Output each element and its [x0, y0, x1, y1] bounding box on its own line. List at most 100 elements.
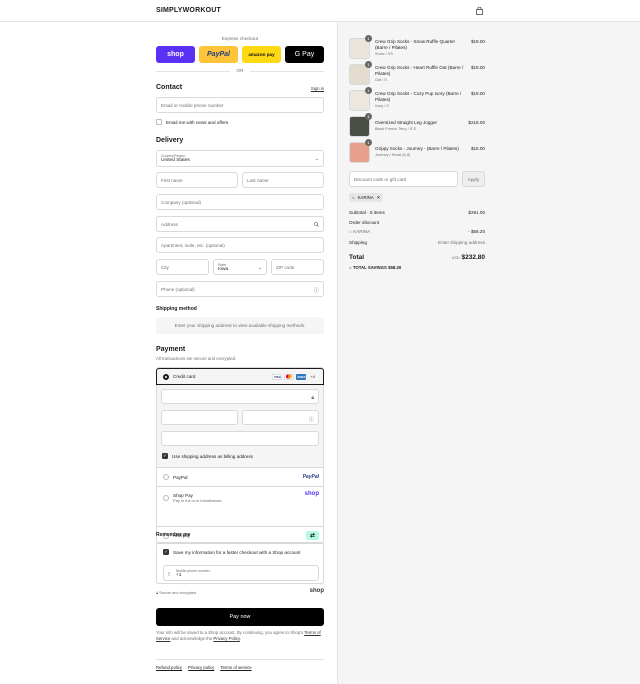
- or-divider: OR: [156, 68, 324, 73]
- product-price: $19.00: [470, 91, 485, 96]
- shop-pay-labels: Shop Pay Pay in full or in installments: [173, 493, 222, 503]
- total-savings-row: ⌂ TOTAL SAVINGS $58.20: [349, 265, 402, 270]
- subtotal-row: Subtotal · 5 items $291.00: [349, 210, 485, 215]
- lock-icon: 🔒︎: [311, 395, 314, 401]
- quantity-badge: 1: [365, 87, 372, 94]
- afterpay-logo-icon: ⇄: [306, 531, 319, 540]
- expiration-field[interactable]: [161, 410, 238, 425]
- google-pay-button[interactable]: G Pay: [285, 46, 324, 63]
- mastercard-icon: [284, 373, 295, 380]
- pay-now-button[interactable]: Pay now: [156, 608, 324, 626]
- total-amount: $232.80: [461, 254, 486, 261]
- card-form: 🔒︎ ⓘ ✓ Use shipping address as billing a…: [157, 385, 323, 467]
- zip-field[interactable]: ZIP code: [271, 259, 324, 275]
- help-icon[interactable]: ⓘ: [309, 416, 314, 423]
- contact-heading: Contact: [156, 84, 183, 91]
- first-name-field[interactable]: First name: [156, 172, 238, 188]
- quantity-badge: 1: [365, 61, 372, 68]
- amazon-pay-button[interactable]: amazon pay: [242, 46, 281, 63]
- last-name-field[interactable]: Last name: [242, 172, 324, 188]
- discount-code-field[interactable]: Discount code or gift card: [349, 171, 458, 187]
- apply-button[interactable]: Apply: [462, 171, 485, 187]
- product-name: Grippy Socks - Journey - (Barre / Pilate…: [375, 146, 459, 151]
- apartment-field[interactable]: Apartment, suite, etc. (optional): [156, 237, 324, 253]
- shop-logo-icon: shop: [304, 491, 319, 497]
- privacy-policy-link[interactable]: Privacy Policy: [213, 636, 239, 641]
- quantity-badge: 1: [365, 139, 372, 146]
- name-on-card-field[interactable]: [161, 431, 319, 446]
- footer-divider: [156, 659, 324, 660]
- total-row: Total USD $232.80: [349, 254, 485, 261]
- paypal-button[interactable]: PayPal: [199, 46, 238, 63]
- product-variant: Oat / S: [375, 78, 387, 82]
- billing-checkbox[interactable]: ✓: [162, 453, 168, 459]
- cart-item: 1 Crew Grip Socks - Snow Ruffle Quarter …: [349, 35, 485, 60]
- header: SIMPLYWORKOUT: [0, 0, 640, 22]
- tag-icon: ⌂: [352, 195, 355, 200]
- express-checkout-label: Express checkout: [221, 36, 259, 41]
- company-field[interactable]: Company (optional): [156, 194, 324, 210]
- save-info-checkbox-row[interactable]: ✓ Save my information for a faster check…: [163, 549, 300, 555]
- help-icon[interactable]: ⓘ: [314, 287, 319, 294]
- product-name: Crew Grip Socks - Cozy Pup Ivory (Barre …: [375, 91, 462, 102]
- news-checkbox-row[interactable]: Email me with news and offers: [156, 119, 228, 125]
- mobile-phone-field[interactable]: ▯ Mobile phone number +1: [163, 565, 319, 581]
- credit-card-radio[interactable]: [163, 373, 169, 380]
- credit-card-option[interactable]: Credit card VISA AMEX +4: [156, 368, 324, 385]
- paypal-radio[interactable]: [163, 474, 169, 480]
- state-select[interactable]: State Iowa ⌄: [213, 259, 267, 275]
- shipping-method-heading: Shipping method: [156, 306, 197, 312]
- payment-subtitle: All transactions are secure and encrypte…: [156, 356, 237, 361]
- quantity-badge: 1: [365, 35, 372, 42]
- product-name: Oversized Straight Leg Jogger: [375, 120, 438, 125]
- payment-heading: Payment: [156, 346, 186, 353]
- order-discount-row: Order discount: [349, 220, 380, 225]
- security-code-field[interactable]: ⓘ: [242, 410, 319, 425]
- payment-methods: Credit card VISA AMEX +4 🔒︎ ⓘ ✓ Use ship…: [156, 367, 324, 544]
- email-field[interactable]: Email or mobile phone number: [156, 97, 324, 113]
- news-checkbox[interactable]: [156, 119, 162, 125]
- tag-icon: ⌂: [349, 265, 352, 270]
- country-select[interactable]: Country/Region United States ⌄: [156, 150, 324, 167]
- product-price: $16.00: [470, 146, 485, 151]
- paypal-logo-icon: PayPal: [302, 474, 319, 480]
- shop-pay-button[interactable]: shop: [156, 46, 195, 63]
- chevron-down-icon: ⌄: [314, 156, 319, 162]
- product-name: Crew Grip Socks - Heart Ruffle Oat (Barr…: [375, 65, 464, 76]
- discount-tag: ⌂ KARINA ✕: [349, 193, 384, 202]
- shipping-method-message: Enter your shipping address to view avai…: [156, 317, 324, 334]
- product-variant: Journey / Small (6-8): [375, 153, 411, 157]
- save-info-checkbox[interactable]: ✓: [163, 549, 169, 555]
- city-field[interactable]: City: [156, 259, 209, 275]
- shipping-row: Shipping Enter shipping address: [349, 240, 485, 245]
- mobile-icon: ▯: [168, 571, 171, 576]
- currency-label: USD: [451, 256, 460, 260]
- billing-checkbox-row[interactable]: ✓ Use shipping address as billing addres…: [162, 453, 253, 459]
- shop-pay-option[interactable]: Shop Pay Pay in full or in installments …: [157, 487, 323, 509]
- remember-me-box: ✓ Save my information for a faster check…: [156, 542, 324, 584]
- shop-pay-radio[interactable]: [163, 495, 169, 501]
- quantity-badge: 1: [365, 113, 372, 120]
- card-number-field[interactable]: 🔒︎: [161, 389, 319, 404]
- remove-discount-icon[interactable]: ✕: [377, 195, 381, 201]
- visa-icon: VISA: [272, 373, 283, 380]
- cart-item: 1 Grippy Socks - Journey - (Barre / Pila…: [349, 139, 485, 164]
- tag-icon: ⌂: [349, 229, 352, 234]
- sign-in-link[interactable]: Sign in: [311, 86, 324, 91]
- brand-logo[interactable]: SIMPLYWORKOUT: [156, 7, 221, 14]
- shopping-bag-icon[interactable]: [476, 7, 483, 15]
- secure-label: 🔒︎ Secure and encrypted: [156, 591, 197, 595]
- discount-code-row: ⌂ KARINA - $58.20: [349, 229, 485, 234]
- amex-icon: AMEX: [296, 373, 307, 380]
- phone-field[interactable]: Phone (optional) ⓘ: [156, 281, 324, 297]
- product-name: Crew Grip Socks - Snow Ruffle Quarter (B…: [375, 39, 456, 50]
- paypal-option[interactable]: PayPal PayPal: [157, 468, 323, 486]
- product-price: $19.00: [470, 39, 485, 44]
- more-cards-label: +4: [310, 373, 315, 379]
- remember-me-heading: Remember me: [156, 532, 191, 538]
- terms-of-service-footer-link[interactable]: Terms of service: [220, 665, 251, 670]
- privacy-policy-footer-link[interactable]: Privacy policy: [188, 665, 214, 670]
- delivery-heading: Delivery: [156, 137, 184, 144]
- address-field[interactable]: Address: [156, 216, 324, 232]
- refund-policy-link[interactable]: Refund policy: [156, 665, 182, 670]
